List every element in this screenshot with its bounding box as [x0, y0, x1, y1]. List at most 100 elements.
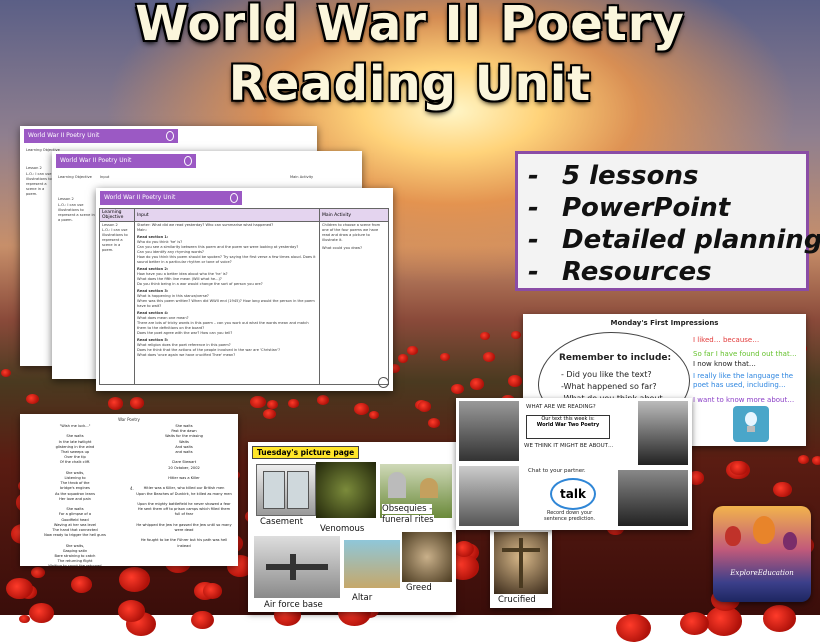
doc-lesson: Lesson 2 — [58, 197, 74, 201]
section-line: Does the poet agree with the war? How ca… — [137, 331, 233, 335]
poppy-flower — [117, 600, 145, 622]
picture-label: Air force base — [264, 600, 323, 610]
poem-right-column: She waits Past the dawn Waits for the miss… — [136, 424, 232, 549]
poppy-flower — [730, 461, 748, 475]
explore-education-logo: ExploreEducation — [713, 506, 811, 602]
picture-label: funeral rites — [382, 515, 434, 525]
what-are-we-reading-slide: WHAT ARE WE READING? Our text this week … — [456, 398, 692, 530]
picture-page-tag: Tuesday's picture page — [252, 446, 360, 459]
planning-doc-front: World War II Poetry Unit Learning Object… — [96, 188, 393, 391]
poppy-flower — [397, 354, 408, 363]
reading-record: Record down your sentence prediction. — [544, 510, 596, 522]
hitler-photo — [638, 401, 688, 465]
poem-marker: 4. — [130, 486, 134, 491]
poppy-flower — [129, 396, 145, 409]
section-line: There are lots of tricky words in this p… — [137, 321, 309, 330]
poppy-flower — [418, 401, 432, 412]
impressions-heading: Monday's First Impressions — [610, 319, 719, 327]
poppy-flower — [507, 375, 523, 387]
poppy-flower — [316, 395, 329, 405]
sentence-stem: I want to know more about… — [693, 396, 795, 404]
poppy-flower — [451, 383, 464, 394]
picture-page: Tuesday's picture page Casement Venomous… — [248, 442, 456, 612]
poppy-flower — [353, 402, 369, 415]
objective-cell: Lesson 2 L.O.: I can use illustrations t… — [99, 221, 135, 385]
section-line: Do you think being in a war would change… — [137, 282, 263, 286]
section-line: What does 'once again we have crucified … — [137, 353, 236, 357]
poppy-flower — [680, 612, 710, 636]
poppy-flower — [263, 408, 277, 420]
doc-header: World War II Poetry Unit — [24, 129, 178, 143]
casement-window-image — [256, 464, 316, 516]
features-box: -5 lessons - PowerPoint - Detailed plannin… — [515, 151, 820, 291]
hot-air-balloon-icon — [783, 532, 797, 550]
hot-air-balloon-icon — [725, 526, 741, 546]
poem-line: He sent them off to prison camps which f… — [137, 507, 231, 517]
picture-label: Crucified — [498, 595, 536, 605]
text-box: Our text this week is: World War Two Poe… — [526, 415, 610, 439]
snake-image — [316, 462, 376, 518]
doc-column-label: Input — [100, 175, 110, 179]
remember-item: -What happened so far? — [561, 382, 657, 391]
picture-label: Altar — [352, 593, 373, 603]
poppy-flower — [267, 399, 278, 409]
feature-item: -5 lessons — [528, 161, 699, 191]
army-march-photo — [618, 470, 688, 526]
lightbulb-icon — [733, 406, 769, 442]
poppy-flower — [288, 399, 299, 408]
poem-line: Waiting to count the returned — [30, 564, 120, 566]
sentence-stem: I really like the language the — [693, 372, 794, 380]
doc-column-label: Main Activity — [290, 175, 314, 179]
crucified-panel: Crucified — [490, 530, 552, 608]
doc-objective: L.O.: I can use illustrations to represe… — [26, 172, 52, 196]
soldiers-photo — [459, 401, 519, 461]
title-line-2: Reading Unit — [228, 56, 592, 112]
logo-text: ExploreEducation — [730, 569, 794, 577]
remember-item: - Did you like the text? — [561, 370, 652, 379]
doc-header: World War II Poetry Unit — [56, 154, 196, 168]
sentence-stem: poet has used, including… — [693, 381, 786, 389]
doc-column-label: Learning Objective — [58, 175, 92, 179]
sentence-stem: I now know that… — [693, 360, 756, 368]
poppy-flower — [427, 418, 441, 428]
eiffel-tower-photo — [459, 466, 519, 526]
poppy-flower — [510, 331, 521, 340]
reading-think: WE THINK IT MIGHT BE ABOUT… — [524, 443, 614, 449]
poem-page: War Poetry "Wish me luck..." She waits In… — [20, 414, 238, 566]
airbase-plane-image — [254, 536, 340, 598]
feature-item: - Detailed planning — [528, 225, 820, 255]
picture-label: Greed — [406, 583, 432, 593]
poppy-flower — [469, 378, 484, 390]
title-line-1: World War II Poetry — [135, 0, 685, 52]
poem-line: He whipped the Jew he gassed the Jew unt… — [136, 522, 232, 533]
poppy-flower — [119, 566, 151, 592]
poppy-flower — [26, 393, 39, 404]
poem-line: He fought to be the Führer but his path … — [140, 538, 228, 548]
feature-item: - Resources — [528, 257, 712, 287]
poem-line: Hitler was a Killer, who killed our Brit… — [143, 486, 225, 491]
sections-list: Read section 1: Who do you think 'he' is?… — [137, 235, 317, 358]
poem-header: War Poetry — [118, 417, 140, 422]
poppy-flower — [108, 397, 124, 410]
poppy-flower — [190, 610, 214, 630]
lightbulb-icon — [184, 156, 192, 166]
poppy-flower — [773, 481, 792, 497]
poppy-flower — [615, 613, 652, 642]
table-header: Input — [134, 208, 320, 222]
poppy-flower — [30, 566, 45, 579]
lightbulb-icon — [230, 193, 238, 203]
sentence-stem: So far I have found out that… — [693, 350, 797, 358]
doc-objective: L.O.: I can use illustrations to represe… — [58, 203, 95, 222]
talk-bubble-icon: talk — [550, 478, 596, 510]
sentence-stem: I liked… because… — [693, 336, 760, 344]
picture-label: Casement — [260, 517, 304, 527]
reading-question: WHAT ARE WE READING? — [526, 404, 596, 410]
table-header: Main Activity — [319, 208, 389, 222]
activity-cell: Children to choose a scene from one of t… — [319, 221, 389, 385]
poppy-flower — [19, 614, 30, 623]
poppy-flower — [407, 346, 418, 355]
poppy-flower — [797, 455, 809, 465]
doc-header: World War II Poetry Unit — [100, 191, 242, 205]
picture-label: Obsequies - — [382, 504, 433, 514]
poem-left-column: "Wish me luck..." She waits In the late t… — [30, 424, 120, 566]
